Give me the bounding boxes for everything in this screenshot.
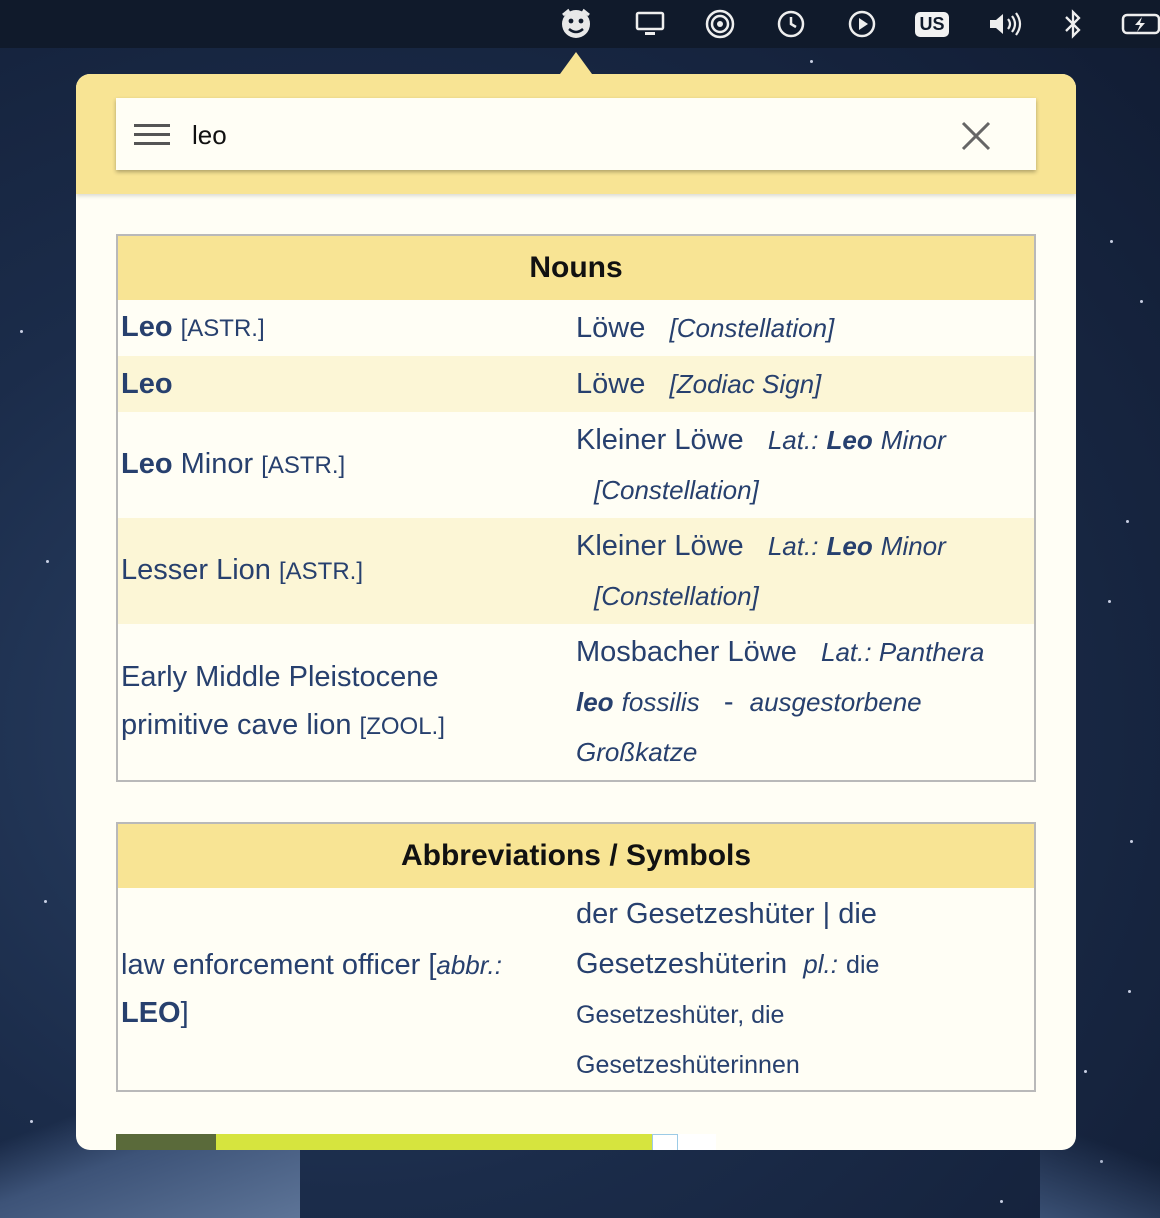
volume-icon[interactable] xyxy=(986,6,1026,42)
keyboard-layout-icon[interactable]: US xyxy=(914,6,950,42)
bracket-close: ] xyxy=(180,997,189,1029)
translation-cont: Gesetzeshüterin xyxy=(576,947,788,980)
play-icon[interactable] xyxy=(844,6,880,42)
entry-headword-cont: primitive cave lion xyxy=(121,709,352,741)
description: ausgestorbene xyxy=(749,687,922,717)
translation: Löwe xyxy=(576,312,646,344)
abbr-label: abbr.: xyxy=(436,950,502,980)
keyboard-layout-label: US xyxy=(915,11,949,37)
latin-rest: Minor xyxy=(880,531,946,561)
translation: der Gesetzeshüter | die xyxy=(576,897,877,930)
menu-bar: US xyxy=(0,0,1160,48)
table-row[interactable]: Leo Minor [ASTR.] Kleiner Löwe Lat.: Leo… xyxy=(118,412,1034,518)
table-row[interactable]: Lesser Lion [ASTR.] Kleiner Löwe Lat.: L… xyxy=(118,518,1034,624)
latin-label: Lat.: xyxy=(767,425,819,455)
abbreviations-header: Abbreviations / Symbols xyxy=(118,824,1034,888)
latin-label: Lat.: xyxy=(767,531,819,561)
entry-headword: Leo xyxy=(121,311,173,343)
abbreviation: LEO xyxy=(121,997,181,1029)
advertisement-banner[interactable] xyxy=(116,1134,716,1150)
plural-form-cont: Gesetzeshüterinnen xyxy=(576,1050,800,1079)
dictionary-popover: Nouns Leo [ASTR.] Löwe [Constellation] L… xyxy=(76,74,1076,1150)
subject-tag: [ZOOL.] xyxy=(359,713,445,740)
table-row[interactable]: law enforcement officer [abbr.: LEO] der… xyxy=(118,888,1034,1090)
leo-lion-icon[interactable] xyxy=(558,6,594,42)
latin-label: Lat.: Panthera xyxy=(821,637,985,667)
entry-en[interactable]: law enforcement officer [abbr.: LEO] xyxy=(118,941,576,1037)
entry-de[interactable]: Mosbacher Löwe Lat.: Panthera leo fossil… xyxy=(576,627,1034,777)
bluetooth-icon[interactable] xyxy=(1058,6,1088,42)
entry-de[interactable]: Löwe [Zodiac Sign] xyxy=(576,359,1034,409)
nouns-table: Nouns Leo [ASTR.] Löwe [Constellation] L… xyxy=(116,234,1036,782)
entry-headword: Leo xyxy=(121,448,173,480)
entry-headword: Lesser Lion xyxy=(121,554,271,586)
search-input[interactable] xyxy=(190,112,934,158)
airdrop-icon[interactable] xyxy=(702,6,738,42)
subject-tag: [ASTR.] xyxy=(180,315,265,342)
entry-en[interactable]: Leo [ASTR.] xyxy=(118,303,576,353)
entry-en[interactable]: Early Middle Pleistocene primitive cave … xyxy=(118,653,576,751)
translation: Kleiner Löwe xyxy=(576,424,744,456)
entry-en[interactable]: Leo xyxy=(118,360,576,408)
subject-tag: [ASTR.] xyxy=(261,452,346,479)
table-row[interactable]: Early Middle Pleistocene primitive cave … xyxy=(118,624,1034,780)
abbreviations-table: Abbreviations / Symbols law enforcement … xyxy=(116,822,1036,1092)
entry-en[interactable]: Lesser Lion [ASTR.] xyxy=(118,546,576,596)
translation: Löwe xyxy=(576,368,646,400)
usage-note: [Constellation] xyxy=(594,581,759,611)
latin-bold: leo xyxy=(576,687,614,717)
popover-caret xyxy=(560,52,592,74)
entry-de[interactable]: Kleiner Löwe Lat.: Leo Minor [Constellat… xyxy=(576,415,1034,515)
entry-rest: Minor xyxy=(180,448,254,480)
entry-headword: Early Middle Pleistocene xyxy=(121,661,439,693)
nouns-header: Nouns xyxy=(118,236,1034,300)
plural-label: pl.: xyxy=(803,948,838,979)
search-box xyxy=(116,98,1036,170)
entry-de[interactable]: Kleiner Löwe Lat.: Leo Minor [Constellat… xyxy=(576,521,1034,621)
search-header xyxy=(76,74,1076,194)
table-row[interactable]: Leo [ASTR.] Löwe [Constellation] xyxy=(118,300,1034,356)
latin-bold: Leo xyxy=(826,531,873,561)
display-icon[interactable] xyxy=(632,6,668,42)
plural-form: die xyxy=(846,950,880,979)
menu-hamburger-icon[interactable] xyxy=(134,124,170,146)
entry-headword: law enforcement officer [ xyxy=(121,949,437,981)
entry-headword: Leo xyxy=(121,368,173,400)
latin-bold: Leo xyxy=(826,425,873,455)
latin-rest: Minor xyxy=(880,425,946,455)
dash: - xyxy=(723,686,734,718)
latin-rest: fossilis xyxy=(621,687,700,717)
plural-form-cont: Gesetzeshüter, die xyxy=(576,1000,785,1029)
subject-tag: [ASTR.] xyxy=(279,558,364,585)
description-cont: Großkatze xyxy=(576,737,698,767)
usage-note: [Constellation] xyxy=(594,475,759,505)
translation: Mosbacher Löwe xyxy=(576,636,797,668)
clear-search-icon[interactable] xyxy=(960,120,992,152)
translation: Kleiner Löwe xyxy=(576,530,744,562)
usage-note: [Constellation] xyxy=(669,313,835,343)
usage-note: [Zodiac Sign] xyxy=(669,369,822,399)
entry-en[interactable]: Leo Minor [ASTR.] xyxy=(118,440,576,490)
entry-de[interactable]: Löwe [Constellation] xyxy=(576,303,1034,353)
time-machine-icon[interactable] xyxy=(773,6,809,42)
table-row[interactable]: Leo Löwe [Zodiac Sign] xyxy=(118,356,1034,412)
entry-de[interactable]: der Gesetzeshüter | die Gesetzeshüterin … xyxy=(576,889,1034,1090)
ad-close-icon[interactable] xyxy=(652,1134,678,1150)
battery-icon[interactable] xyxy=(1120,6,1160,42)
